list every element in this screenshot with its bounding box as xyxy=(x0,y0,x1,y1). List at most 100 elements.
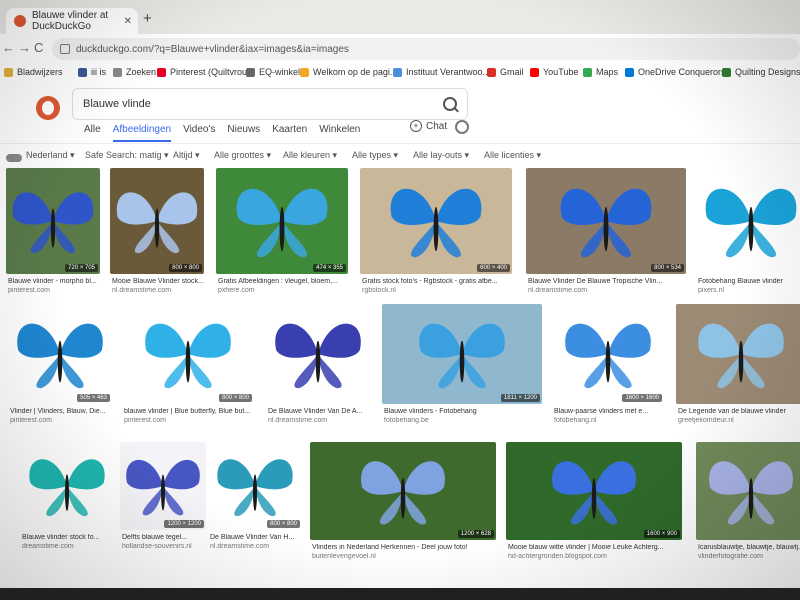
result-title[interactable]: Blauwe vlinder - morpho bl... xyxy=(8,278,100,285)
image-result-card[interactable]: Blauwe vlinder stock fo... dreamstime.com xyxy=(20,442,114,556)
result-title[interactable]: Gratis stock foto's - Rgbstock - gratis … xyxy=(362,278,512,285)
image-size-badge: 1600 × 1600 xyxy=(622,394,662,402)
result-thumbnail[interactable]: 1200 × 628 xyxy=(310,442,496,540)
image-result-card[interactable]: 800 × 800 De Blauwe Vlinder Van H... nl.dr… xyxy=(208,442,302,556)
tab-title: Blauwe vlinder at DuckDuckGo xyxy=(32,10,109,32)
bookmark-item[interactable]: OneDrive Conquerors xyxy=(625,67,726,77)
result-title[interactable]: Blauwe Vlinder De Blauwe Tropische Vlin.… xyxy=(528,278,686,285)
result-thumbnail[interactable] xyxy=(266,304,370,404)
result-title[interactable]: De Blauwe Vlinder Van De A... xyxy=(268,408,370,415)
tab-kaarten[interactable]: Kaarten xyxy=(272,124,307,142)
result-title[interactable]: Vlinder | Vlinders, Blauw, Die... xyxy=(10,408,112,415)
result-title[interactable]: De Blauwe Vlinder Van H... xyxy=(210,534,302,541)
result-title[interactable]: Mooie Blauwe Vlinder stock... xyxy=(112,278,204,285)
result-title[interactable]: De Legende van de blauwe vlinder xyxy=(678,408,800,415)
image-result-card[interactable]: 800 × 534 Blauwe Vlinder De Blauwe Tropis… xyxy=(526,168,686,300)
bookmark-item[interactable]: Zoeken xyxy=(113,67,156,77)
bookmark-item[interactable]: Gmail xyxy=(487,67,524,77)
back-button[interactable]: ← xyxy=(2,40,15,55)
result-thumbnail[interactable] xyxy=(676,304,800,404)
bookmark-item[interactable]: Bladwijzers xyxy=(4,67,63,77)
result-title[interactable]: Fotobehang Blauwe vlinder xyxy=(698,278,800,285)
tab-nieuws[interactable]: Nieuws xyxy=(227,124,260,142)
image-result-card[interactable]: 1600 × 1600 Blauw-paarse vlinders met e..… xyxy=(552,304,664,430)
result-title[interactable]: Vlinders in Nederland Herkennen - Deel j… xyxy=(312,544,496,551)
chat-button[interactable]: + Chat xyxy=(410,120,447,132)
image-result-card[interactable]: 720 × 705 Blauwe vlinder - morpho bl... pi… xyxy=(6,168,100,300)
image-result-card[interactable]: 505 × 463 Vlinder | Vlinders, Blauw, Die.… xyxy=(8,304,112,430)
search-icon[interactable] xyxy=(443,97,457,111)
result-thumbnail[interactable]: 1600 × 900 xyxy=(506,442,682,540)
bookmark-item[interactable]: EQ-winkel xyxy=(246,67,300,77)
result-thumbnail[interactable] xyxy=(696,442,800,540)
bookmark-item[interactable]: Maps xyxy=(583,67,618,77)
result-thumbnail[interactable]: 505 × 463 xyxy=(8,304,112,404)
result-thumbnail[interactable] xyxy=(696,168,800,274)
filter-dropdown[interactable]: Altijd ▾ xyxy=(173,150,200,161)
result-thumbnail[interactable]: 800 × 534 xyxy=(526,168,686,274)
image-result-card[interactable]: 1200 × 1200 Delfts blauwe tegel... holland… xyxy=(120,442,206,556)
forward-button[interactable]: → xyxy=(18,40,31,55)
bookmark-item[interactable]: Instituut Verantwoo... xyxy=(393,67,490,77)
image-result-card[interactable]: Icarusblauwtje, blauwtje, blauwtj... vlin… xyxy=(696,442,800,566)
butterfly-image xyxy=(17,323,103,389)
duckduckgo-logo-icon[interactable] xyxy=(36,96,60,120)
butterfly-image xyxy=(126,459,200,516)
search-input[interactable]: Blauwe vlinde xyxy=(72,88,468,120)
bookmark-favicon-icon xyxy=(246,67,255,77)
image-result-card[interactable]: 800 × 800 Mooie Blauwe Vlinder stock... nl… xyxy=(110,168,204,300)
image-result-card[interactable]: 800 × 800 blauwe vlinder | Blue butterfly… xyxy=(122,304,254,430)
close-tab-icon[interactable]: ✕ xyxy=(124,16,132,27)
result-title[interactable]: Mooie blauw witte vlinder | Mooie Leuke … xyxy=(508,544,682,551)
image-result-card[interactable]: Fotobehang Blauwe vlinder pixers.nl xyxy=(696,168,800,300)
result-title[interactable]: Icarusblauwtje, blauwtje, blauwtj... xyxy=(698,544,800,551)
filter-dropdown[interactable]: Alle types ▾ xyxy=(352,150,398,161)
bookmark-item[interactable]: Quilting Designs, E... xyxy=(722,67,800,77)
image-result-card[interactable]: 1600 × 900 Mooie blauw witte vlinder | Mo… xyxy=(506,442,682,566)
result-title[interactable]: Gratis Afbeeldingen : vleugel, bloem,... xyxy=(218,278,348,285)
butterfly-image xyxy=(217,459,293,517)
new-tab-button[interactable]: + xyxy=(143,10,152,27)
filter-dropdown[interactable]: Alle kleuren ▾ xyxy=(283,150,337,161)
region-toggle[interactable] xyxy=(6,154,22,162)
result-title[interactable]: Blauw-paarse vlinders met e... xyxy=(554,408,664,415)
result-thumbnail[interactable]: 1600 × 1600 xyxy=(552,304,664,404)
result-title[interactable]: Delfts blauwe tegel... xyxy=(122,534,206,541)
filter-dropdown[interactable]: Alle lay-outs ▾ xyxy=(413,150,469,161)
result-thumbnail[interactable]: 800 × 800 xyxy=(122,304,254,404)
image-result-card[interactable]: 1811 × 1200 Blauwe vlinders - Fotobehang f… xyxy=(382,304,542,430)
tab-videos[interactable]: Video's xyxy=(183,124,215,142)
filter-dropdown[interactable]: Safe Search: matig ▾ xyxy=(85,150,169,161)
result-title[interactable]: Blauwe vlinder stock fo... xyxy=(22,534,114,541)
result-source: greetjekomdeur.nl xyxy=(678,417,734,424)
reload-button[interactable]: C xyxy=(34,40,43,55)
bookmark-item[interactable]: iii is xyxy=(78,67,106,77)
result-thumbnail[interactable]: 800 × 800 xyxy=(208,442,302,530)
result-thumbnail[interactable] xyxy=(20,442,114,530)
result-thumbnail[interactable]: 1200 × 1200 xyxy=(120,442,206,530)
tab-afbeeldingen[interactable]: Afbeeldingen xyxy=(112,124,172,142)
result-thumbnail[interactable]: 720 × 705 xyxy=(6,168,100,274)
bookmark-item[interactable]: Welkom op de pagi... xyxy=(300,67,397,77)
image-result-card[interactable]: De Blauwe Vlinder Van De A... nl.dreamsti… xyxy=(266,304,370,430)
result-thumbnail[interactable]: 600 × 400 xyxy=(360,168,512,274)
filter-dropdown[interactable]: Alle licenties ▾ xyxy=(484,150,541,161)
address-bar[interactable]: duckduckgo.com/?q=Blauwe+vlinder&iax=ima… xyxy=(52,38,800,60)
image-result-card[interactable]: 1200 × 628 Vlinders in Nederland Herkenne… xyxy=(310,442,496,566)
filter-dropdown[interactable]: Nederland ▾ xyxy=(26,150,75,161)
result-thumbnail[interactable]: 1811 × 1200 xyxy=(382,304,542,404)
image-result-card[interactable]: 600 × 400 Gratis stock foto's - Rgbstock … xyxy=(360,168,512,300)
result-thumbnail[interactable]: 474 × 355 xyxy=(216,168,348,274)
result-thumbnail[interactable]: 800 × 800 xyxy=(110,168,204,274)
tab-alle[interactable]: Alle xyxy=(84,124,101,142)
settings-gear-icon[interactable] xyxy=(455,120,469,134)
image-result-card[interactable]: De Legende van de blauwe vlinder greetjek… xyxy=(676,304,800,430)
bookmark-item[interactable]: Pinterest (Quiltvrou... xyxy=(157,67,255,77)
tab-winkelen[interactable]: Winkelen xyxy=(319,124,360,142)
browser-tab[interactable]: Blauwe vlinder at DuckDuckGo ✕ xyxy=(6,8,138,34)
filter-dropdown[interactable]: Alle groottes ▾ xyxy=(214,150,271,161)
bookmark-item[interactable]: YouTube xyxy=(530,67,578,77)
image-result-card[interactable]: 474 × 355 Gratis Afbeeldingen : vleugel, … xyxy=(216,168,348,300)
result-title[interactable]: blauwe vlinder | Blue butterfly, Blue bu… xyxy=(124,408,254,415)
result-title[interactable]: Blauwe vlinders - Fotobehang xyxy=(384,408,542,415)
